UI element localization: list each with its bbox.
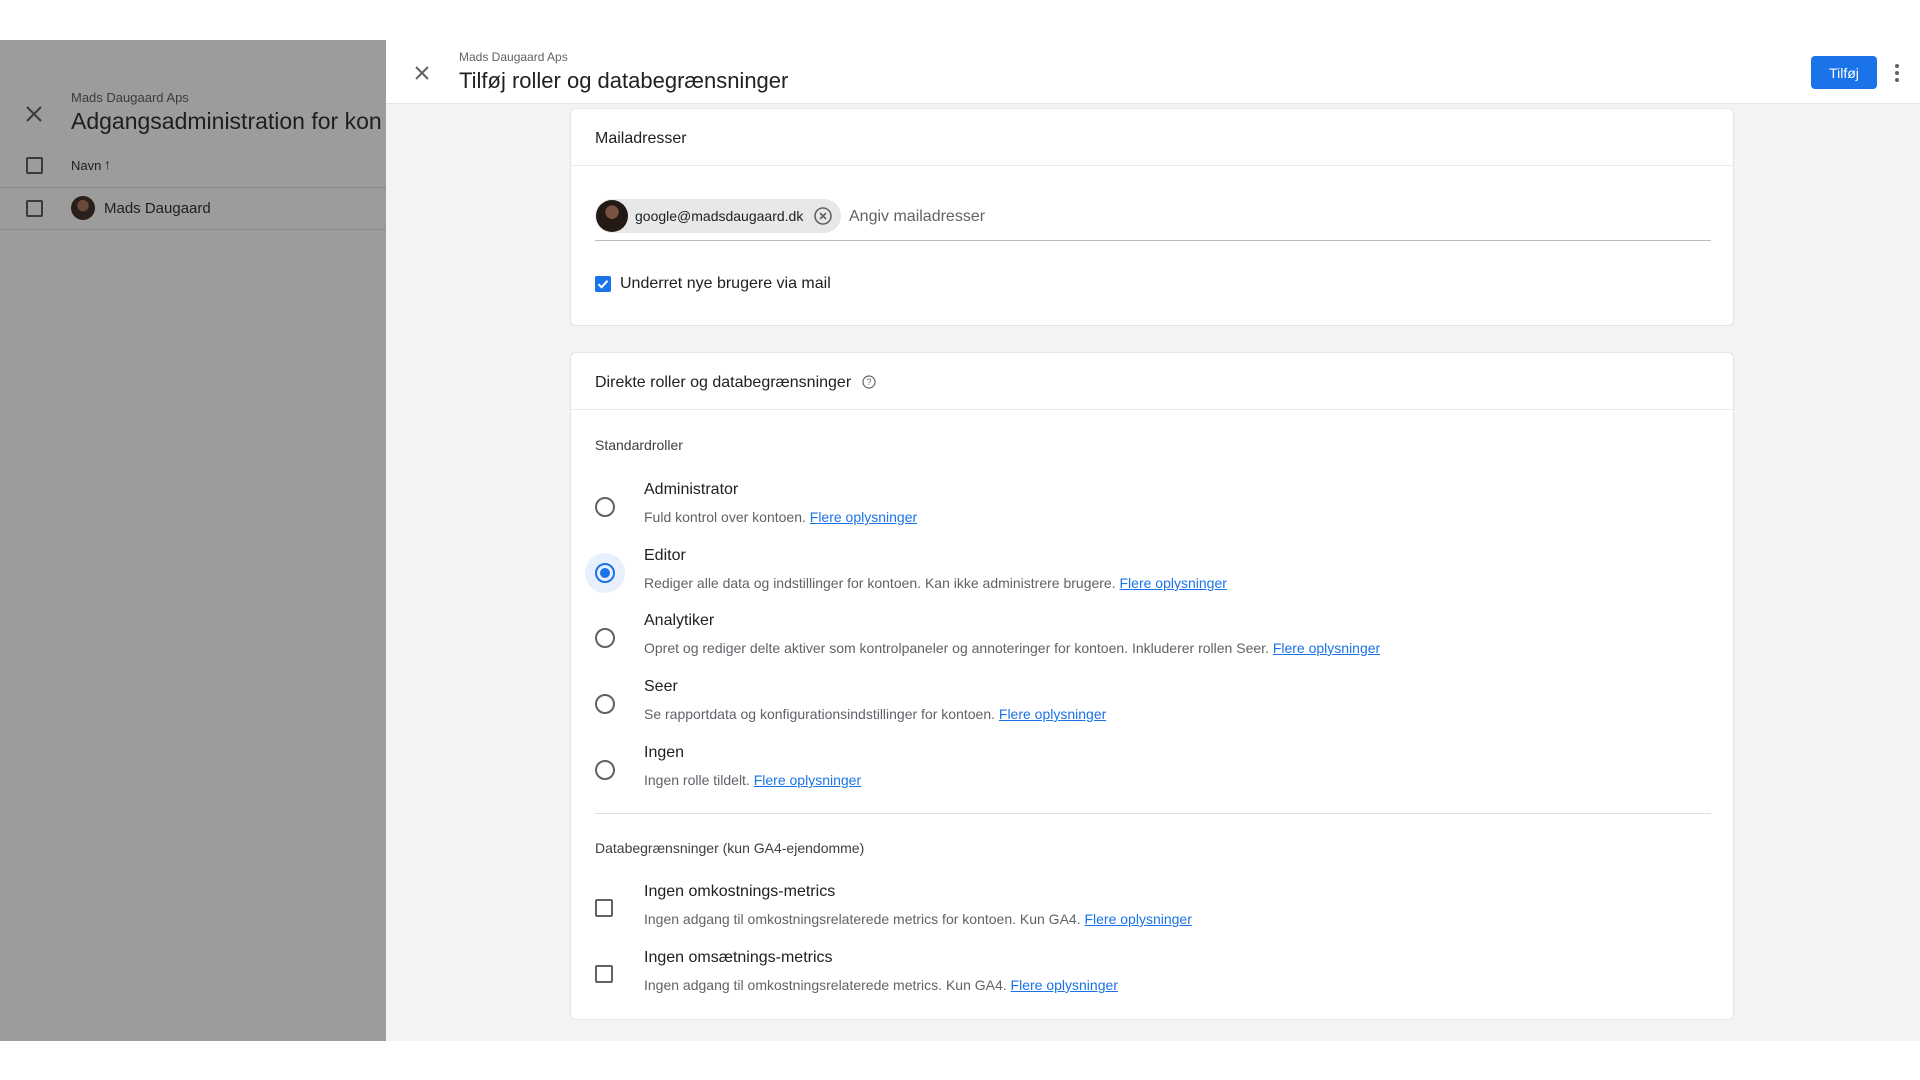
- email-input[interactable]: [849, 204, 1549, 230]
- role-description: Opret og rediger delte aktiver som kontr…: [644, 640, 1381, 656]
- table-row[interactable]: Mads Daugaard: [0, 188, 386, 230]
- role-title: Seer: [644, 678, 678, 695]
- restriction-option-cost-metrics[interactable]: Ingen omkostnings-metrics Ingen adgang t…: [595, 883, 1711, 943]
- email-chip-label: google@madsdaugaard.dk: [635, 208, 804, 224]
- learn-more-link[interactable]: Flere oplysninger: [999, 706, 1106, 722]
- role-description: Rediger alle data og indstillinger for k…: [644, 575, 1227, 591]
- page-title: Tilføj roller og databegrænsninger: [459, 68, 789, 93]
- roles-card: Direkte roller og databegrænsninger ? St…: [570, 352, 1734, 1020]
- role-title: Editor: [644, 547, 686, 564]
- help-icon[interactable]: ?: [861, 375, 876, 389]
- svg-text:?: ?: [866, 377, 871, 387]
- close-icon[interactable]: [410, 61, 434, 85]
- row-checkbox[interactable]: [26, 200, 43, 217]
- sheet-content: Mailadresser google@madsdaugaard.dk Angi…: [570, 108, 1734, 1020]
- more-vert-icon[interactable]: [1892, 62, 1902, 84]
- role-option-viewer[interactable]: Seer Se rapportdata og konfigurationsind…: [595, 678, 1711, 738]
- user-name: Mads Daugaard: [104, 200, 211, 217]
- email-card-title: Mailadresser: [571, 109, 1733, 166]
- account-name: Mads Daugaard Aps: [459, 50, 568, 64]
- background-table-header: Navn ↑: [0, 144, 386, 188]
- role-option-none[interactable]: Ingen Ingen rolle tildelt. Flere oplysni…: [595, 744, 1711, 804]
- restriction-description: Ingen adgang til omkostningsrelaterede m…: [644, 911, 1192, 927]
- column-header-name[interactable]: Navn: [71, 158, 101, 173]
- add-button[interactable]: Tilføj: [1811, 56, 1877, 89]
- role-title: Administrator: [644, 481, 739, 498]
- role-description: Ingen rolle tildelt. Flere oplysninger: [644, 772, 862, 788]
- bottom-strip: [0, 1041, 1920, 1080]
- role-description: Se rapportdata og konfigurationsindstill…: [644, 706, 1107, 722]
- background-account-name: Mads Daugaard Aps: [71, 90, 189, 105]
- role-option-editor[interactable]: Editor Rediger alle data og indstillinge…: [585, 547, 1711, 607]
- email-field[interactable]: google@madsdaugaard.dk: [595, 199, 1711, 241]
- sort-ascending-icon[interactable]: ↑: [104, 156, 111, 172]
- role-radio[interactable]: [595, 760, 615, 780]
- checkmark-icon: [597, 280, 609, 289]
- restriction-title: Ingen omsætnings-metrics: [644, 949, 833, 966]
- role-title: Ingen: [644, 744, 685, 761]
- sheet-header: Mads Daugaard Aps Tilføj roller og datab…: [386, 40, 1920, 104]
- background-page-title: Adgangsadministration for kon: [71, 108, 382, 134]
- role-radio[interactable]: [595, 628, 615, 648]
- learn-more-link[interactable]: Flere oplysninger: [1084, 911, 1191, 927]
- data-restrictions-label: Databegrænsninger (kun GA4-ejendomme): [595, 840, 865, 856]
- select-all-checkbox[interactable]: [26, 157, 43, 174]
- restriction-title: Ingen omkostnings-metrics: [644, 883, 836, 900]
- background-panel: Mads Daugaard Aps Adgangsadministration …: [0, 40, 386, 1041]
- restriction-checkbox[interactable]: [595, 965, 613, 983]
- restriction-description: Ingen adgang til omkostningsrelaterede m…: [644, 977, 1118, 993]
- avatar: [596, 200, 628, 232]
- close-icon[interactable]: [22, 102, 46, 126]
- email-card: Mailadresser google@madsdaugaard.dk Angi…: [570, 108, 1734, 326]
- notify-label: Underret nye brugere via mail: [620, 275, 831, 292]
- learn-more-link[interactable]: Flere oplysninger: [810, 509, 917, 525]
- remove-chip-icon[interactable]: [813, 206, 833, 226]
- screen: Mads Daugaard Aps Adgangsadministration …: [0, 0, 1920, 1080]
- avatar: [71, 196, 95, 220]
- divider: [595, 813, 1711, 814]
- roles-card-header: Direkte roller og databegrænsninger ?: [571, 353, 1733, 410]
- role-radio[interactable]: [595, 694, 615, 714]
- learn-more-link[interactable]: Flere oplysninger: [1273, 640, 1380, 656]
- restriction-option-revenue-metrics[interactable]: Ingen omsætnings-metrics Ingen adgang ti…: [595, 949, 1711, 1009]
- restriction-checkbox[interactable]: [595, 899, 613, 917]
- email-chip[interactable]: google@madsdaugaard.dk: [595, 199, 841, 233]
- roles-card-title: Direkte roller og databegrænsninger: [595, 374, 852, 391]
- role-title: Analytiker: [644, 612, 715, 629]
- role-radio-selected[interactable]: [595, 563, 615, 583]
- role-option-analyst[interactable]: Analytiker Opret og rediger delte aktive…: [595, 612, 1711, 672]
- learn-more-link[interactable]: Flere oplysninger: [1120, 575, 1227, 591]
- learn-more-link[interactable]: Flere oplysninger: [754, 772, 861, 788]
- add-roles-sheet: Mads Daugaard Aps Tilføj roller og datab…: [386, 40, 1920, 1041]
- role-description: Fuld kontrol over kontoen. Flere oplysni…: [644, 509, 918, 525]
- role-radio[interactable]: [595, 497, 615, 517]
- role-option-administrator[interactable]: Administrator Fuld kontrol over kontoen.…: [595, 481, 1711, 541]
- standard-roles-label: Standardroller: [595, 437, 683, 453]
- learn-more-link[interactable]: Flere oplysninger: [1011, 977, 1118, 993]
- notify-checkbox[interactable]: [595, 276, 611, 292]
